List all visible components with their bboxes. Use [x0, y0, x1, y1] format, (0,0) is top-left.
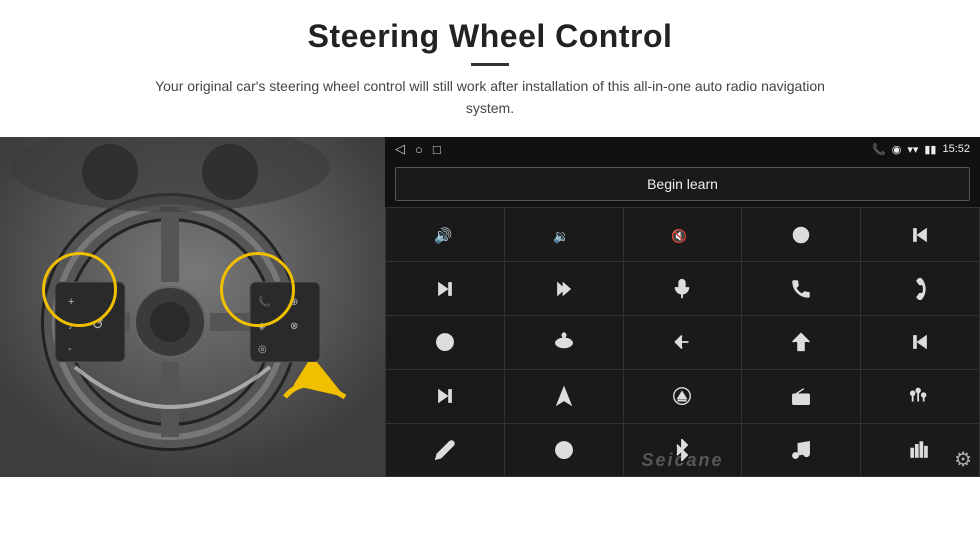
- phone-icon: 📞: [872, 143, 886, 156]
- status-left: ◁ ○ □: [395, 141, 441, 157]
- pen-button[interactable]: [386, 424, 504, 477]
- yellow-arrow: [275, 362, 365, 437]
- back-icon[interactable]: ◁: [395, 141, 405, 157]
- svg-text:◎: ◎: [258, 344, 267, 355]
- mic-button[interactable]: [624, 262, 742, 315]
- svg-text:🔉: 🔉: [553, 228, 569, 244]
- svg-text:◈: ◈: [258, 321, 266, 332]
- svg-text:-: -: [68, 343, 72, 355]
- battery-icon: ▮▮: [924, 143, 936, 156]
- svg-text:🔊: 🔊: [434, 226, 452, 244]
- header-section: Steering Wheel Control Your original car…: [0, 0, 980, 129]
- content-row: + - ↺ ♪ 📞 ◈ ◎ ⊕ ⊗: [0, 137, 980, 548]
- svg-text:🔇: 🔇: [671, 228, 687, 243]
- title-divider: [471, 63, 509, 66]
- prev-track-button[interactable]: [861, 208, 979, 261]
- wifi-icon: ▾▾: [907, 143, 918, 156]
- svg-text:♪: ♪: [68, 321, 73, 332]
- back-button[interactable]: [624, 316, 742, 369]
- time-display: 15:52: [942, 143, 970, 155]
- speaker-button[interactable]: [386, 316, 504, 369]
- square-icon[interactable]: □: [433, 142, 441, 157]
- next-button[interactable]: [386, 262, 504, 315]
- hang-up-button[interactable]: [861, 262, 979, 315]
- vol-down-button[interactable]: 🔉: [505, 208, 623, 261]
- home-circle-icon[interactable]: ○: [415, 142, 423, 157]
- svg-text:⊕: ⊕: [290, 297, 298, 308]
- begin-learn-button[interactable]: Begin learn: [395, 167, 970, 201]
- vol-up-button[interactable]: 🔊: [386, 208, 504, 261]
- svg-text:+: +: [68, 296, 74, 308]
- svg-text:↺: ↺: [92, 316, 104, 332]
- status-bar: ◁ ○ □ 📞 ◉ ▾▾ ▮▮ 15:52: [385, 137, 980, 161]
- android-screen: ◁ ○ □ 📞 ◉ ▾▾ ▮▮ 15:52 Begin learn: [385, 137, 980, 477]
- skip-back-button[interactable]: [861, 316, 979, 369]
- icon-grid: 🔊 🔉 🔇: [385, 207, 980, 477]
- eject-button[interactable]: [624, 370, 742, 423]
- page-wrapper: Steering Wheel Control Your original car…: [0, 0, 980, 548]
- gear-icon[interactable]: ⚙: [954, 447, 972, 472]
- subtitle: Your original car's steering wheel contr…: [140, 76, 840, 119]
- radio-button[interactable]: [742, 370, 860, 423]
- home-button[interactable]: [742, 316, 860, 369]
- svg-text:📞: 📞: [258, 295, 271, 308]
- status-right: 📞 ◉ ▾▾ ▮▮ 15:52: [872, 143, 970, 156]
- bluetooth-button[interactable]: [624, 424, 742, 477]
- settings-circle-button[interactable]: [505, 424, 623, 477]
- music-button[interactable]: [742, 424, 860, 477]
- equalizer-button[interactable]: [861, 370, 979, 423]
- location-icon: ◉: [892, 143, 902, 156]
- svg-text:⊗: ⊗: [290, 321, 298, 332]
- skip-forward-button[interactable]: [386, 370, 504, 423]
- mute-button[interactable]: 🔇: [624, 208, 742, 261]
- begin-learn-row: Begin learn: [385, 161, 980, 207]
- page-title: Steering Wheel Control: [60, 18, 920, 55]
- fast-forward-button[interactable]: [505, 262, 623, 315]
- car-image: + - ↺ ♪ 📞 ◈ ◎ ⊕ ⊗: [0, 137, 385, 477]
- 360-button[interactable]: 360°: [505, 316, 623, 369]
- power-button[interactable]: [742, 208, 860, 261]
- phone-button[interactable]: [742, 262, 860, 315]
- navigate-button[interactable]: [505, 370, 623, 423]
- svg-text:360°: 360°: [560, 342, 570, 347]
